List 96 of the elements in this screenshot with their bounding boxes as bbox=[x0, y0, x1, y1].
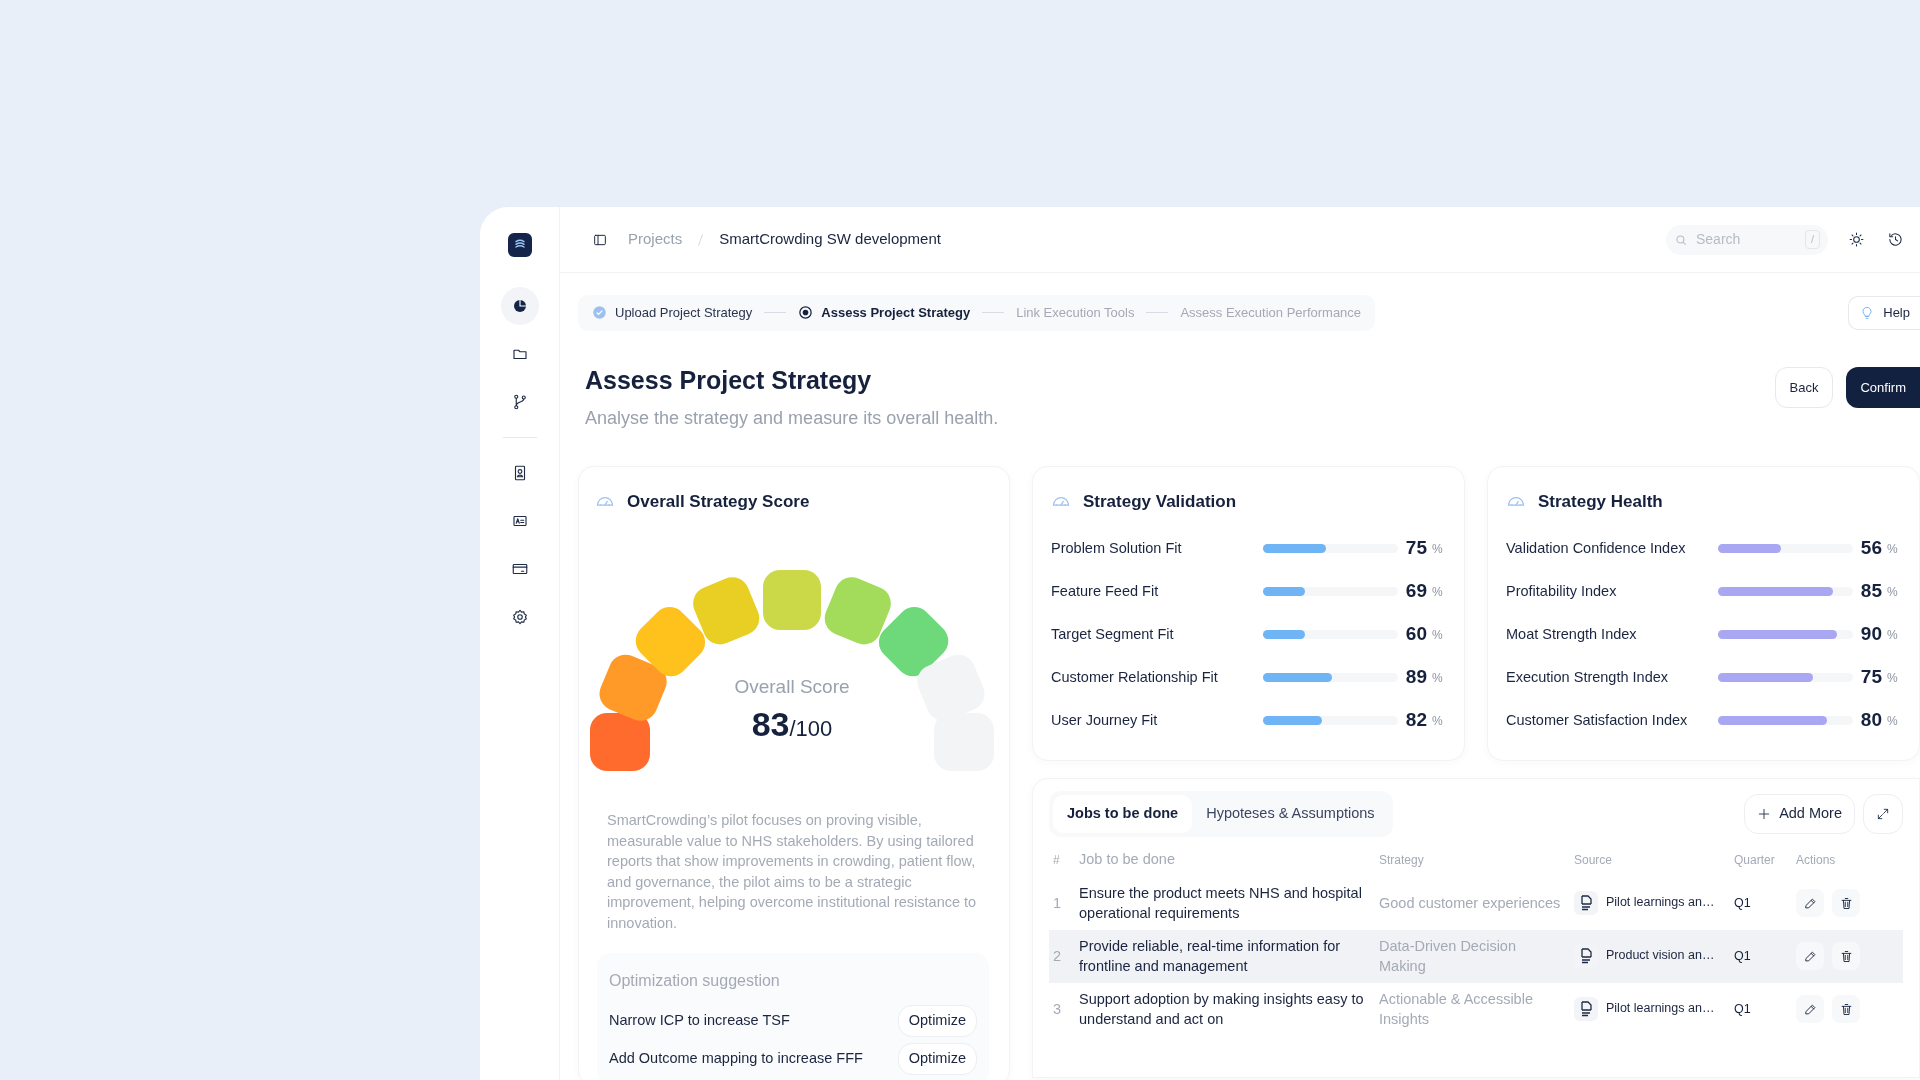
row-number: 2 bbox=[1049, 929, 1075, 983]
optimize-button[interactable]: Optimize bbox=[897, 1042, 977, 1075]
metric-label: Problem Solution Fit bbox=[1051, 538, 1183, 558]
row-number: 3 bbox=[1049, 982, 1075, 1036]
unit-label: % bbox=[1887, 626, 1899, 644]
history-icon bbox=[1887, 231, 1904, 248]
score-label: Overall Score bbox=[734, 675, 850, 699]
unit-label: % bbox=[1887, 669, 1899, 687]
edit-button[interactable] bbox=[1796, 995, 1824, 1023]
table-cell: Q1 bbox=[1730, 929, 1792, 983]
suggestion-text: Add Outcome mapping to increase FFF bbox=[609, 1048, 863, 1068]
unit-label: % bbox=[1887, 583, 1899, 601]
delete-button[interactable] bbox=[1832, 942, 1860, 970]
unit-label: % bbox=[1432, 540, 1444, 558]
table-cell: Data-Driven Decision Making bbox=[1375, 929, 1570, 983]
table-cell: Q1 bbox=[1730, 876, 1792, 930]
search-icon bbox=[1674, 232, 1688, 247]
pdf-file-icon bbox=[1574, 997, 1598, 1021]
metric-value: 82 bbox=[1405, 708, 1427, 733]
source-link[interactable]: Pilot learnings an… bbox=[1606, 1001, 1715, 1016]
edit-button[interactable] bbox=[1796, 942, 1824, 970]
column-header: Actions bbox=[1795, 851, 1837, 869]
table-cell: Ensure the product meets NHS and hospital operational requirements bbox=[1075, 876, 1375, 930]
unit-label: % bbox=[1887, 712, 1899, 730]
expand-icon bbox=[1876, 806, 1890, 821]
theme-toggle[interactable] bbox=[1846, 229, 1867, 250]
card-title: Overall Strategy Score bbox=[627, 490, 810, 513]
delete-button[interactable] bbox=[1832, 889, 1860, 917]
card-title: Strategy Health bbox=[1538, 490, 1663, 513]
optimize-button[interactable]: Optimize bbox=[897, 1005, 977, 1037]
unit-label: % bbox=[1432, 669, 1444, 687]
delete-button[interactable] bbox=[1832, 995, 1860, 1023]
metric-label: Target Segment Fit bbox=[1051, 624, 1175, 644]
metric-label: Customer Relationship Fit bbox=[1051, 667, 1219, 687]
column-header: # bbox=[1052, 851, 1061, 869]
pencil-icon bbox=[1802, 948, 1818, 964]
score-value: 83/100 bbox=[751, 704, 833, 745]
pencil-icon bbox=[1802, 895, 1818, 911]
column-header: Strategy bbox=[1378, 851, 1425, 869]
metric-label: Validation Confidence Index bbox=[1506, 538, 1687, 558]
metric-label: Customer Satisfaction Index bbox=[1506, 710, 1689, 730]
metric-label: Execution Strength Index bbox=[1506, 667, 1670, 687]
table-cell: Support adoption by making insights easy to understand and act on bbox=[1075, 982, 1375, 1036]
check-circle-icon bbox=[592, 305, 607, 321]
confirm-button[interactable]: Confirm bbox=[1846, 366, 1920, 408]
metric-value: 56 bbox=[1860, 536, 1882, 561]
unit-label: % bbox=[1432, 626, 1444, 644]
unit-label: % bbox=[1432, 583, 1444, 601]
breadcrumb-link[interactable]: SmartCrowding SW development bbox=[719, 228, 941, 251]
pdf-file-icon bbox=[1574, 891, 1598, 915]
unit-label: % bbox=[1432, 712, 1444, 730]
card-title: Strategy Validation bbox=[1083, 490, 1237, 513]
radio-icon bbox=[798, 305, 814, 321]
column-header: Source bbox=[1573, 851, 1614, 869]
table-cell: Actionable & Accessible Insights bbox=[1375, 982, 1570, 1036]
metric-label: Feature Feed Fit bbox=[1051, 581, 1160, 601]
metric-value: 90 bbox=[1860, 622, 1882, 647]
stepper-step[interactable]: Assess Project Strategy bbox=[798, 303, 971, 323]
metric-value: 69 bbox=[1405, 579, 1427, 604]
metric-label: User Journey Fit bbox=[1051, 710, 1159, 730]
sun-icon bbox=[1848, 231, 1865, 248]
tab[interactable]: Hypoteses & Assumptions bbox=[1192, 795, 1389, 833]
edit-button[interactable] bbox=[1796, 889, 1824, 917]
back-button[interactable]: Back bbox=[1774, 366, 1834, 408]
panel-title: Optimization suggestion bbox=[609, 971, 781, 991]
sidebar-button[interactable] bbox=[500, 287, 539, 325]
page-subtitle: Analyse the strategy and measure its overall health. bbox=[585, 406, 999, 430]
shortcut-key: / bbox=[1804, 230, 1820, 249]
add-more-button[interactable]: Add More bbox=[1744, 794, 1855, 834]
metric-value: 75 bbox=[1860, 665, 1882, 690]
metric-label: Profitability Index bbox=[1506, 581, 1618, 601]
search-field[interactable]: Search bbox=[1694, 228, 1794, 251]
metric-value: 75 bbox=[1405, 536, 1427, 561]
table-cell: Good customer experiences bbox=[1375, 876, 1570, 930]
metric-value: 85 bbox=[1860, 579, 1882, 604]
page-title: Assess Project Strategy bbox=[585, 364, 873, 395]
tab[interactable]: Jobs to be done bbox=[1053, 795, 1193, 833]
table-cell: Provide reliable, real-time information for frontline and management bbox=[1075, 929, 1375, 983]
column-header: Quarter bbox=[1733, 851, 1776, 869]
metric-value: 80 bbox=[1860, 708, 1882, 733]
unit-label: % bbox=[1887, 540, 1899, 558]
pencil-icon bbox=[1802, 1001, 1818, 1017]
help-button[interactable]: Help bbox=[1848, 296, 1920, 330]
table-cell: Q1 bbox=[1730, 982, 1792, 1036]
suggestion-text: Narrow ICP to increase TSF bbox=[609, 1011, 790, 1030]
source-link[interactable]: Pilot learnings an… bbox=[1606, 895, 1715, 910]
settings-icon bbox=[510, 608, 529, 626]
metric-value: 60 bbox=[1405, 622, 1427, 647]
stepper-step[interactable]: Upload Project Strategy bbox=[592, 303, 753, 323]
metric-label: Moat Strength Index bbox=[1506, 624, 1638, 644]
column-header: Job to be done bbox=[1078, 849, 1176, 869]
source-link[interactable]: Product vision an… bbox=[1606, 948, 1715, 963]
row-number: 1 bbox=[1049, 876, 1075, 930]
metric-value: 89 bbox=[1405, 665, 1427, 690]
score-summary: SmartCrowding’s pilot focuses on proving visible, measurable value to NHS stakeholders. By using tailored reports that show improvements in crowding, patient flow, and governance, the pilot aims to be a strategic improvement, helping overcome institutional resistance to innovation. bbox=[607, 811, 978, 933]
plus-icon bbox=[1757, 806, 1772, 821]
